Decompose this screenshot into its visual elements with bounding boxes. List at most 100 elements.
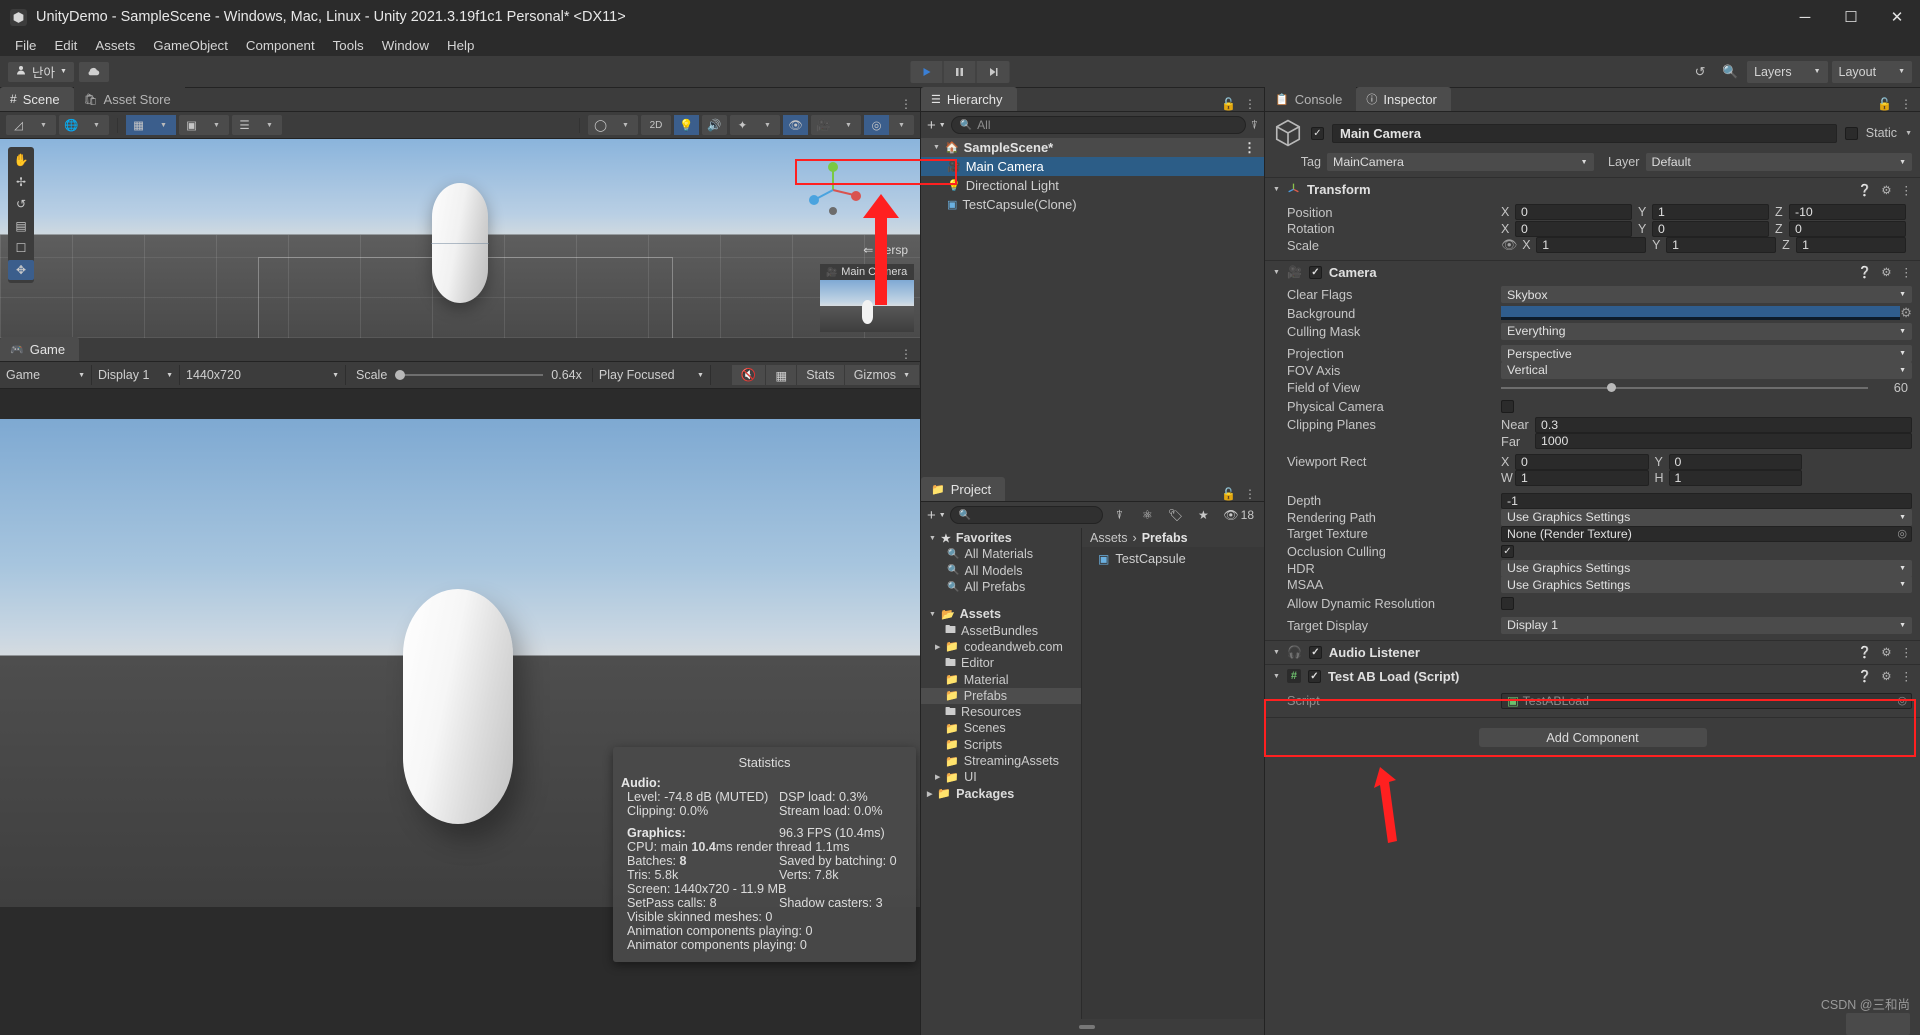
scale-slider-knob[interactable] bbox=[395, 370, 406, 380]
layer-dropdown[interactable]: Default ▼ bbox=[1645, 153, 1912, 171]
chevron-down-icon[interactable]: ▼ bbox=[755, 115, 780, 135]
mute-audio-icon[interactable]: 🔇 bbox=[731, 365, 767, 385]
kebab-menu-icon[interactable]: ⋮ bbox=[900, 347, 912, 361]
project-asset-testcapsule[interactable]: ▣ TestCapsule bbox=[1082, 547, 1264, 566]
chevron-right-icon[interactable]: ▶ bbox=[935, 643, 940, 651]
target-display-dropdown[interactable]: Display 1 ▼ bbox=[1501, 616, 1912, 634]
viewport-x-field[interactable]: 0 bbox=[1515, 453, 1649, 470]
audio-listener-checkbox[interactable]: ✓ bbox=[1308, 645, 1322, 659]
account-button[interactable]: 난아 ▼ bbox=[8, 61, 74, 82]
project-zoom-slider[interactable] bbox=[1078, 1025, 1095, 1029]
viewport-y-field[interactable]: 0 bbox=[1668, 453, 1802, 470]
filter-by-label-icon[interactable]: 🏷 bbox=[1163, 506, 1187, 524]
menu-item-component[interactable]: Component bbox=[237, 36, 324, 55]
help-icon[interactable]: ❔ bbox=[1858, 183, 1872, 197]
scene-viewport[interactable]: ✋ ✢ ↺ ▤ ☐ ✥ ⇐ Persp 🎥 Main Camera bbox=[0, 139, 920, 338]
dynamic-resolution-checkbox[interactable] bbox=[1501, 596, 1514, 610]
occlusion-culling-checkbox[interactable]: ✓ bbox=[1501, 544, 1514, 558]
fov-axis-dropdown[interactable]: Vertical ▼ bbox=[1501, 361, 1912, 379]
target-texture-field[interactable]: None (Render Texture) ◎ bbox=[1501, 525, 1912, 542]
camera-icon[interactable]: 🎥 bbox=[811, 115, 836, 135]
menu-item-window[interactable]: Window bbox=[373, 36, 438, 55]
viewport-h-field[interactable]: 1 bbox=[1668, 470, 1802, 487]
add-component-button[interactable]: Add Component bbox=[1478, 727, 1707, 747]
menu-item-edit[interactable]: Edit bbox=[45, 36, 86, 55]
project-content-pane[interactable]: Assets › Prefabs ▣ TestCapsule bbox=[1081, 528, 1264, 1019]
camera-header[interactable]: ▼ 🎥 ✓ Camera ❔ ⚙ ⋮ bbox=[1265, 260, 1920, 284]
depth-field[interactable]: -1 bbox=[1501, 492, 1912, 509]
transform-tool-icon[interactable]: ✥ bbox=[8, 260, 34, 280]
preset-icon[interactable]: ⚙ bbox=[1881, 669, 1891, 683]
favorite-all-prefabs[interactable]: 🔍 All Prefabs bbox=[921, 579, 1081, 595]
tab-scene[interactable]: # Scene bbox=[0, 87, 74, 111]
rendering-path-dropdown[interactable]: Use Graphics Settings ▼ bbox=[1501, 508, 1912, 526]
folder-codeandweb[interactable]: ▶ 📁 codeandweb.com bbox=[921, 639, 1081, 655]
hierarchy-add-button[interactable]: + ▼ bbox=[927, 117, 946, 134]
fov-slider-knob[interactable] bbox=[1607, 382, 1617, 392]
chevron-down-icon[interactable]: ▼ bbox=[1905, 130, 1912, 137]
chevron-down-icon[interactable]: ▼ bbox=[933, 144, 940, 151]
rotation-y-field[interactable]: 0 bbox=[1652, 220, 1769, 237]
pivot-mode-icon[interactable]: ◿ bbox=[6, 115, 31, 135]
tab-console[interactable]: 📋 Console bbox=[1265, 87, 1357, 111]
tag-dropdown[interactable]: MainCamera ▼ bbox=[1327, 153, 1594, 171]
object-picker-icon[interactable]: ◎ bbox=[1897, 527, 1907, 540]
project-favorites-root[interactable]: ▼ ★ Favorites bbox=[921, 530, 1081, 546]
snap-increment-icon[interactable]: ▣ bbox=[179, 115, 204, 135]
lock-icon[interactable]: 🔓 bbox=[1221, 487, 1236, 501]
move-tool-icon[interactable]: ✢ bbox=[8, 172, 34, 192]
kebab-menu-icon[interactable]: ⋮ bbox=[1901, 183, 1913, 197]
tab-game[interactable]: 🎮 Game bbox=[0, 337, 80, 361]
menu-item-assets[interactable]: Assets bbox=[86, 36, 144, 55]
scene-capsule-object[interactable] bbox=[431, 183, 489, 303]
grid-visibility-icon[interactable]: ☰ bbox=[232, 115, 257, 135]
viewport-w-field[interactable]: 1 bbox=[1515, 470, 1649, 487]
aspect-dropdown[interactable]: Game ▼ bbox=[0, 365, 92, 385]
transform-header[interactable]: ▼ Transform ❔ ⚙ ⋮ bbox=[1265, 178, 1920, 201]
gizmos-icon[interactable]: ◎ bbox=[864, 115, 889, 135]
help-icon[interactable]: ❔ bbox=[1858, 645, 1872, 659]
scale-y-field[interactable]: 1 bbox=[1666, 237, 1777, 254]
grid-snap-icon[interactable]: ▦ bbox=[126, 115, 151, 135]
near-field[interactable]: 0.3 bbox=[1535, 416, 1912, 433]
physical-camera-checkbox[interactable] bbox=[1501, 400, 1514, 413]
step-button[interactable] bbox=[976, 60, 1010, 83]
scale-x-field[interactable]: 1 bbox=[1536, 237, 1647, 254]
gizmos-button[interactable]: Gizmos ▼ bbox=[844, 365, 920, 385]
history-icon[interactable]: ↺ bbox=[1687, 61, 1713, 83]
far-field[interactable]: 1000 bbox=[1535, 433, 1912, 450]
folder-editor[interactable]: 🖿 Editor bbox=[921, 655, 1081, 671]
rotation-x-field[interactable]: 0 bbox=[1515, 220, 1632, 237]
project-expand-icon[interactable]: ⍒ bbox=[1107, 506, 1131, 524]
lock-icon[interactable]: 🔓 bbox=[1877, 97, 1892, 111]
resolution-dropdown[interactable]: 1440x720 ▼ bbox=[180, 365, 346, 385]
object-active-checkbox[interactable]: ✓ bbox=[1311, 126, 1324, 140]
scale-slider-group[interactable]: Scale 0.64x bbox=[346, 368, 593, 382]
chevron-down-icon[interactable]: ▼ bbox=[31, 115, 56, 135]
hierarchy-item-testcapsule-clone[interactable]: ▣ TestCapsule(Clone) bbox=[921, 195, 1264, 214]
fov-slider-track[interactable] bbox=[1501, 382, 1868, 392]
chevron-down-icon[interactable]: ▼ bbox=[151, 115, 176, 135]
rotation-z-field[interactable]: 0 bbox=[1789, 220, 1906, 237]
background-color-swatch[interactable] bbox=[1501, 306, 1900, 320]
view-2d-toggle[interactable]: 2D bbox=[641, 115, 671, 135]
folder-streamingassets[interactable]: 📁 StreamingAssets bbox=[921, 753, 1081, 769]
menu-item-gameobject[interactable]: GameObject bbox=[144, 36, 237, 55]
chevron-down-icon[interactable]: ▼ bbox=[929, 535, 936, 542]
global-space-icon[interactable]: 🌐 bbox=[59, 115, 84, 135]
kebab-menu-icon[interactable]: ⋮ bbox=[1901, 265, 1913, 279]
favorite-star-icon[interactable]: ★ bbox=[1191, 506, 1215, 524]
msaa-dropdown[interactable]: Use Graphics Settings ▼ bbox=[1501, 576, 1912, 594]
position-y-field[interactable]: 1 bbox=[1652, 204, 1769, 221]
chevron-down-icon[interactable]: ▼ bbox=[889, 115, 914, 135]
menu-item-help[interactable]: Help bbox=[438, 36, 483, 55]
grid-icon[interactable]: ▦ bbox=[766, 365, 798, 385]
audio-listener-header[interactable]: ▼ 🎧 ✓ Audio Listener ❔ ⚙ ⋮ bbox=[1265, 640, 1920, 664]
chevron-down-icon[interactable]: ▼ bbox=[1273, 649, 1280, 656]
scene-audio-toggle[interactable]: 🔊 bbox=[702, 115, 727, 135]
script-component-header[interactable]: ▼ # ✓ Test AB Load (Script) ❔ ⚙ ⋮ bbox=[1265, 664, 1920, 688]
chevron-down-icon[interactable]: ▼ bbox=[84, 115, 109, 135]
hdr-dropdown[interactable]: Use Graphics Settings ▼ bbox=[1501, 559, 1912, 577]
layout-dropdown[interactable]: Layout ▼ bbox=[1831, 60, 1912, 83]
folder-ui[interactable]: ▶ 📁 UI bbox=[921, 769, 1081, 785]
